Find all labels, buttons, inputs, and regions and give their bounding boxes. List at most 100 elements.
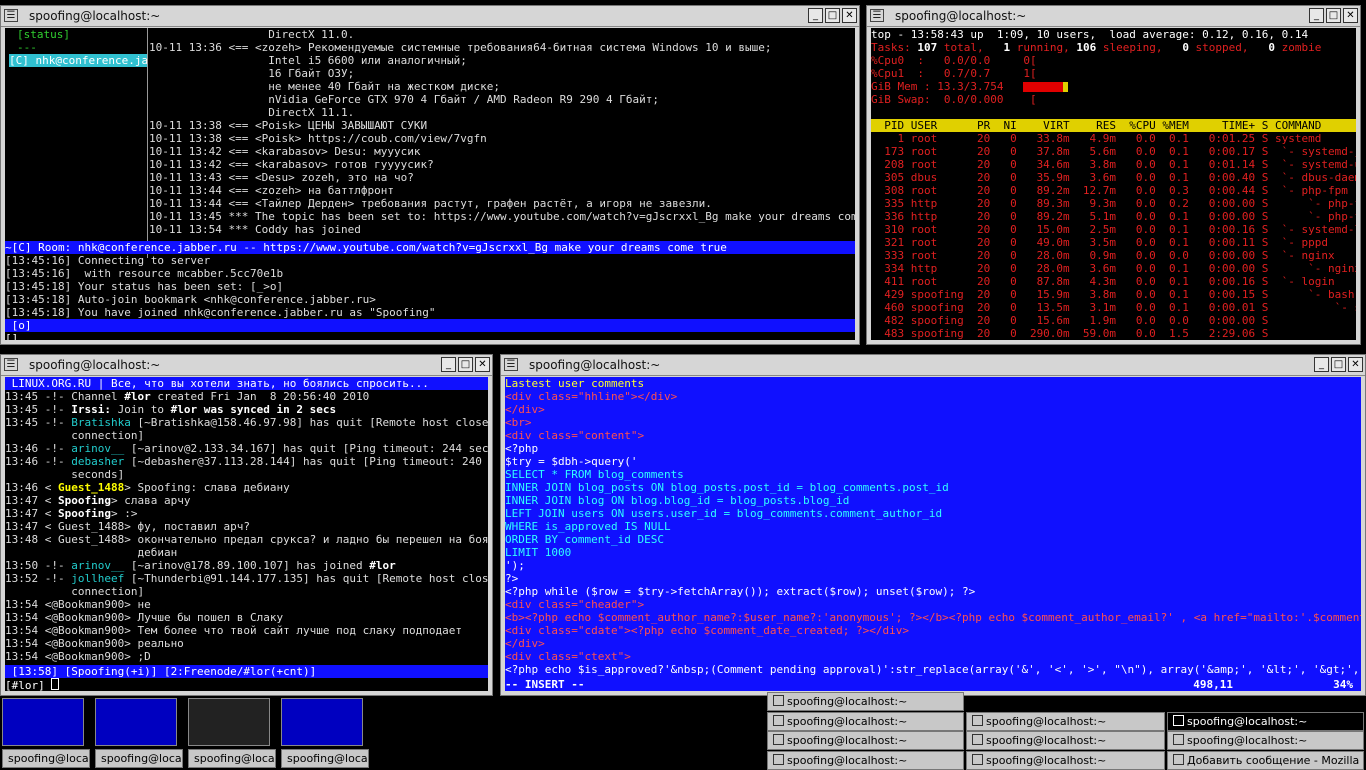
window-menu-icon[interactable]: ☰: [4, 358, 18, 371]
irssi-text: debasher: [71, 455, 125, 468]
window-titlebar[interactable]: ☰ spoofing@localhost:~ _ □ ✕: [501, 355, 1365, 376]
irssi-text: 13:54 <@Bookman900> реально: [5, 637, 184, 650]
minimize-icon[interactable]: _: [808, 8, 823, 23]
code-line[interactable]: ORDER BY comment_id DESC: [505, 533, 1361, 546]
vim-editor[interactable]: Lastest user comments <div class="hhline"…: [505, 377, 1361, 691]
code-line[interactable]: ');: [505, 559, 1361, 572]
minimize-icon[interactable]: _: [1314, 357, 1329, 372]
taskbar-button[interactable]: spoofing@localhost:~: [1167, 731, 1364, 750]
workspace-thumbnail[interactable]: [95, 698, 177, 746]
taskbar-button[interactable]: spoofing@localhost:~: [1167, 711, 1364, 731]
top-terminal[interactable]: top - 13:58:43 up 1:09, 10 users, load a…: [871, 28, 1356, 340]
window-titlebar[interactable]: ☰ spoofing@localhost:~ _ □ ✕: [1, 355, 492, 376]
window-icon: [1173, 714, 1184, 726]
close-icon[interactable]: ✕: [1343, 8, 1358, 23]
mcabber-terminal[interactable]: [status] --- [C] nhk@conference.ja Direc…: [5, 28, 855, 340]
code-line[interactable]: <div class="content">: [505, 429, 1361, 442]
irssi-line: 13:45 -!- Bratishka [~Bratishka@158.46.9…: [5, 416, 488, 429]
irssi-text: [~Thunderbi@91.144.177.135] has quit [Re…: [124, 572, 488, 585]
code-line[interactable]: LEFT JOIN users ON users.user_id = blog_…: [505, 507, 1361, 520]
mcabber-window[interactable]: ☰ spoofing@localhost:~ _ □ ✕ [status] --…: [0, 5, 860, 345]
irssi-text: > :>: [110, 507, 138, 520]
pager-label[interactable]: spoofing@local: [95, 749, 183, 768]
code-line[interactable]: LIMIT 1000: [505, 546, 1361, 559]
taskbar-button[interactable]: spoofing@localhost:~: [966, 750, 1165, 770]
taskbar-button[interactable]: spoofing@localhost:~: [966, 711, 1165, 731]
irssi-line: 13:54 <@Bookman900> ;D: [5, 650, 488, 663]
code-line[interactable]: <?php: [505, 442, 1361, 455]
pager-label[interactable]: spoofing@local: [281, 749, 369, 768]
close-icon[interactable]: ✕: [842, 8, 857, 23]
pager-label[interactable]: spoofing@local: [188, 749, 276, 768]
workspace-thumbnail[interactable]: [2, 698, 84, 746]
code-line[interactable]: <?php while ($row = $try->fetchArray());…: [505, 585, 1361, 598]
taskbar-button[interactable]: spoofing@localhost:~: [767, 731, 964, 750]
roster-item[interactable]: ---: [5, 41, 147, 54]
window-menu-icon[interactable]: ☰: [504, 358, 518, 371]
chat-message: nVidia GeForce GTX 970 4 Гбайт / AMD Rad…: [149, 93, 659, 106]
top-window[interactable]: ☰ spoofing@localhost:~ _ □ ✕ top - 13:58…: [866, 5, 1361, 345]
workspace-thumbnail[interactable]: [188, 698, 270, 746]
irssi-text: 13:54 <@Bookman900> Тем более что твой с…: [5, 624, 462, 637]
code-line[interactable]: <div class="cheader">: [505, 598, 1361, 611]
minimize-icon[interactable]: _: [441, 357, 456, 372]
chat-message: DirectX 11.0.: [149, 28, 355, 41]
taskbar-button[interactable]: spoofing@localhost:~: [767, 692, 964, 711]
taskbar-button[interactable]: spoofing@localhost:~: [767, 750, 964, 770]
taskbar-button[interactable]: Добавить сообщение - Mozilla F: [1167, 750, 1364, 770]
close-icon[interactable]: ✕: [1348, 357, 1363, 372]
code-line[interactable]: <div class="cdate"><?php echo $comment_d…: [505, 624, 1361, 637]
roster-item-selected[interactable]: [C] nhk@conference.ja: [9, 54, 147, 67]
vim-buffer[interactable]: Lastest user comments <div class="hhline"…: [505, 377, 1361, 676]
process-row: 411 root 20 0 87.8m 4.3m 0.0 0.1 0:00.16…: [871, 275, 1335, 288]
code-line[interactable]: INNER JOIN blog_posts ON blog_posts.post…: [505, 481, 1361, 494]
code-line[interactable]: <b><?php echo $comment_author_name?:$use…: [505, 611, 1361, 624]
maximize-icon[interactable]: □: [1331, 357, 1346, 372]
code-line[interactable]: <div class="hhline"></div>: [505, 390, 1361, 403]
window-titlebar[interactable]: ☰ spoofing@localhost:~ _ □ ✕: [1, 6, 859, 27]
code-line[interactable]: </div>: [505, 403, 1361, 416]
input-line[interactable]: []: [5, 332, 855, 340]
code-line[interactable]: </div>: [505, 637, 1361, 650]
process-row: 429 spoofing 20 0 15.9m 3.8m 0.0 0.1 0:0…: [871, 288, 1355, 301]
chat-message: 10-11 13:42 <== <karabasov> Desu: муууси…: [149, 145, 421, 158]
code-line[interactable]: INNER JOIN blog ON blog.blog_id = blog_p…: [505, 494, 1361, 507]
window-menu-icon[interactable]: ☰: [4, 9, 18, 22]
pager-label[interactable]: spoofing@local: [2, 749, 90, 768]
window-title: spoofing@localhost:~: [895, 9, 1027, 23]
window-titlebar[interactable]: ☰ spoofing@localhost:~ _ □ ✕: [867, 6, 1360, 27]
process-row: 321 root 20 0 49.0m 3.5m 0.0 0.1 0:00.11…: [871, 236, 1328, 249]
code-line[interactable]: Lastest user comments: [505, 377, 1361, 390]
code-line[interactable]: <?php echo $is_approved?'&nbsp;(Comment …: [505, 663, 1361, 676]
log-line: [13:45:16] Connecting to server: [5, 254, 211, 267]
irssi-line: 13:46 -!- debasher [~debasher@37.113.28.…: [5, 455, 488, 468]
maximize-icon[interactable]: □: [1326, 8, 1341, 23]
workspace-thumbnail[interactable]: [281, 698, 363, 746]
code-line[interactable]: WHERE is_approved IS NULL: [505, 520, 1361, 533]
irssi-terminal[interactable]: LINUX.ORG.RU | Все, что вы хотели знать,…: [5, 377, 488, 691]
code-line[interactable]: <br>: [505, 416, 1361, 429]
minimize-icon[interactable]: _: [1309, 8, 1324, 23]
irssi-text: 13:47 <: [5, 494, 58, 507]
code-line[interactable]: SELECT * FROM blog_comments: [505, 468, 1361, 481]
irssi-text: 13:47 <: [5, 507, 58, 520]
vim-window[interactable]: ☰ spoofing@localhost:~ _ □ ✕ Lastest use…: [500, 354, 1366, 696]
code-line[interactable]: ?>: [505, 572, 1361, 585]
roster-item[interactable]: [status]: [5, 28, 147, 41]
maximize-icon[interactable]: □: [825, 8, 840, 23]
close-icon[interactable]: ✕: [475, 357, 490, 372]
irssi-window[interactable]: ☰ spoofing@localhost:~ _ □ ✕ LINUX.ORG.R…: [0, 354, 493, 696]
maximize-icon[interactable]: □: [458, 357, 473, 372]
taskbar-button[interactable]: spoofing@localhost:~: [767, 711, 964, 731]
taskbar-button[interactable]: spoofing@localhost:~: [966, 731, 1165, 750]
irssi-line: 13:54 <@Bookman900> Лучше бы пошел в Сла…: [5, 611, 488, 624]
chat-message: не менее 40 Гбайт на жестком диске;: [149, 80, 500, 93]
chat-message: 10-11 13:38 <== <Poisk> https://coub.com…: [149, 132, 487, 145]
taskbar-label: spoofing@localhost:~: [986, 714, 1107, 728]
window-menu-icon[interactable]: ☰: [870, 9, 884, 22]
irssi-input[interactable]: [#lor]: [5, 678, 488, 691]
code-line[interactable]: $try = $dbh->query(': [505, 455, 1361, 468]
irssi-line: connection]: [5, 429, 488, 442]
code-line[interactable]: <div class="ctext">: [505, 650, 1361, 663]
process-row: 208 root 20 0 34.6m 3.8m 0.0 0.1 0:01.14…: [871, 158, 1356, 171]
